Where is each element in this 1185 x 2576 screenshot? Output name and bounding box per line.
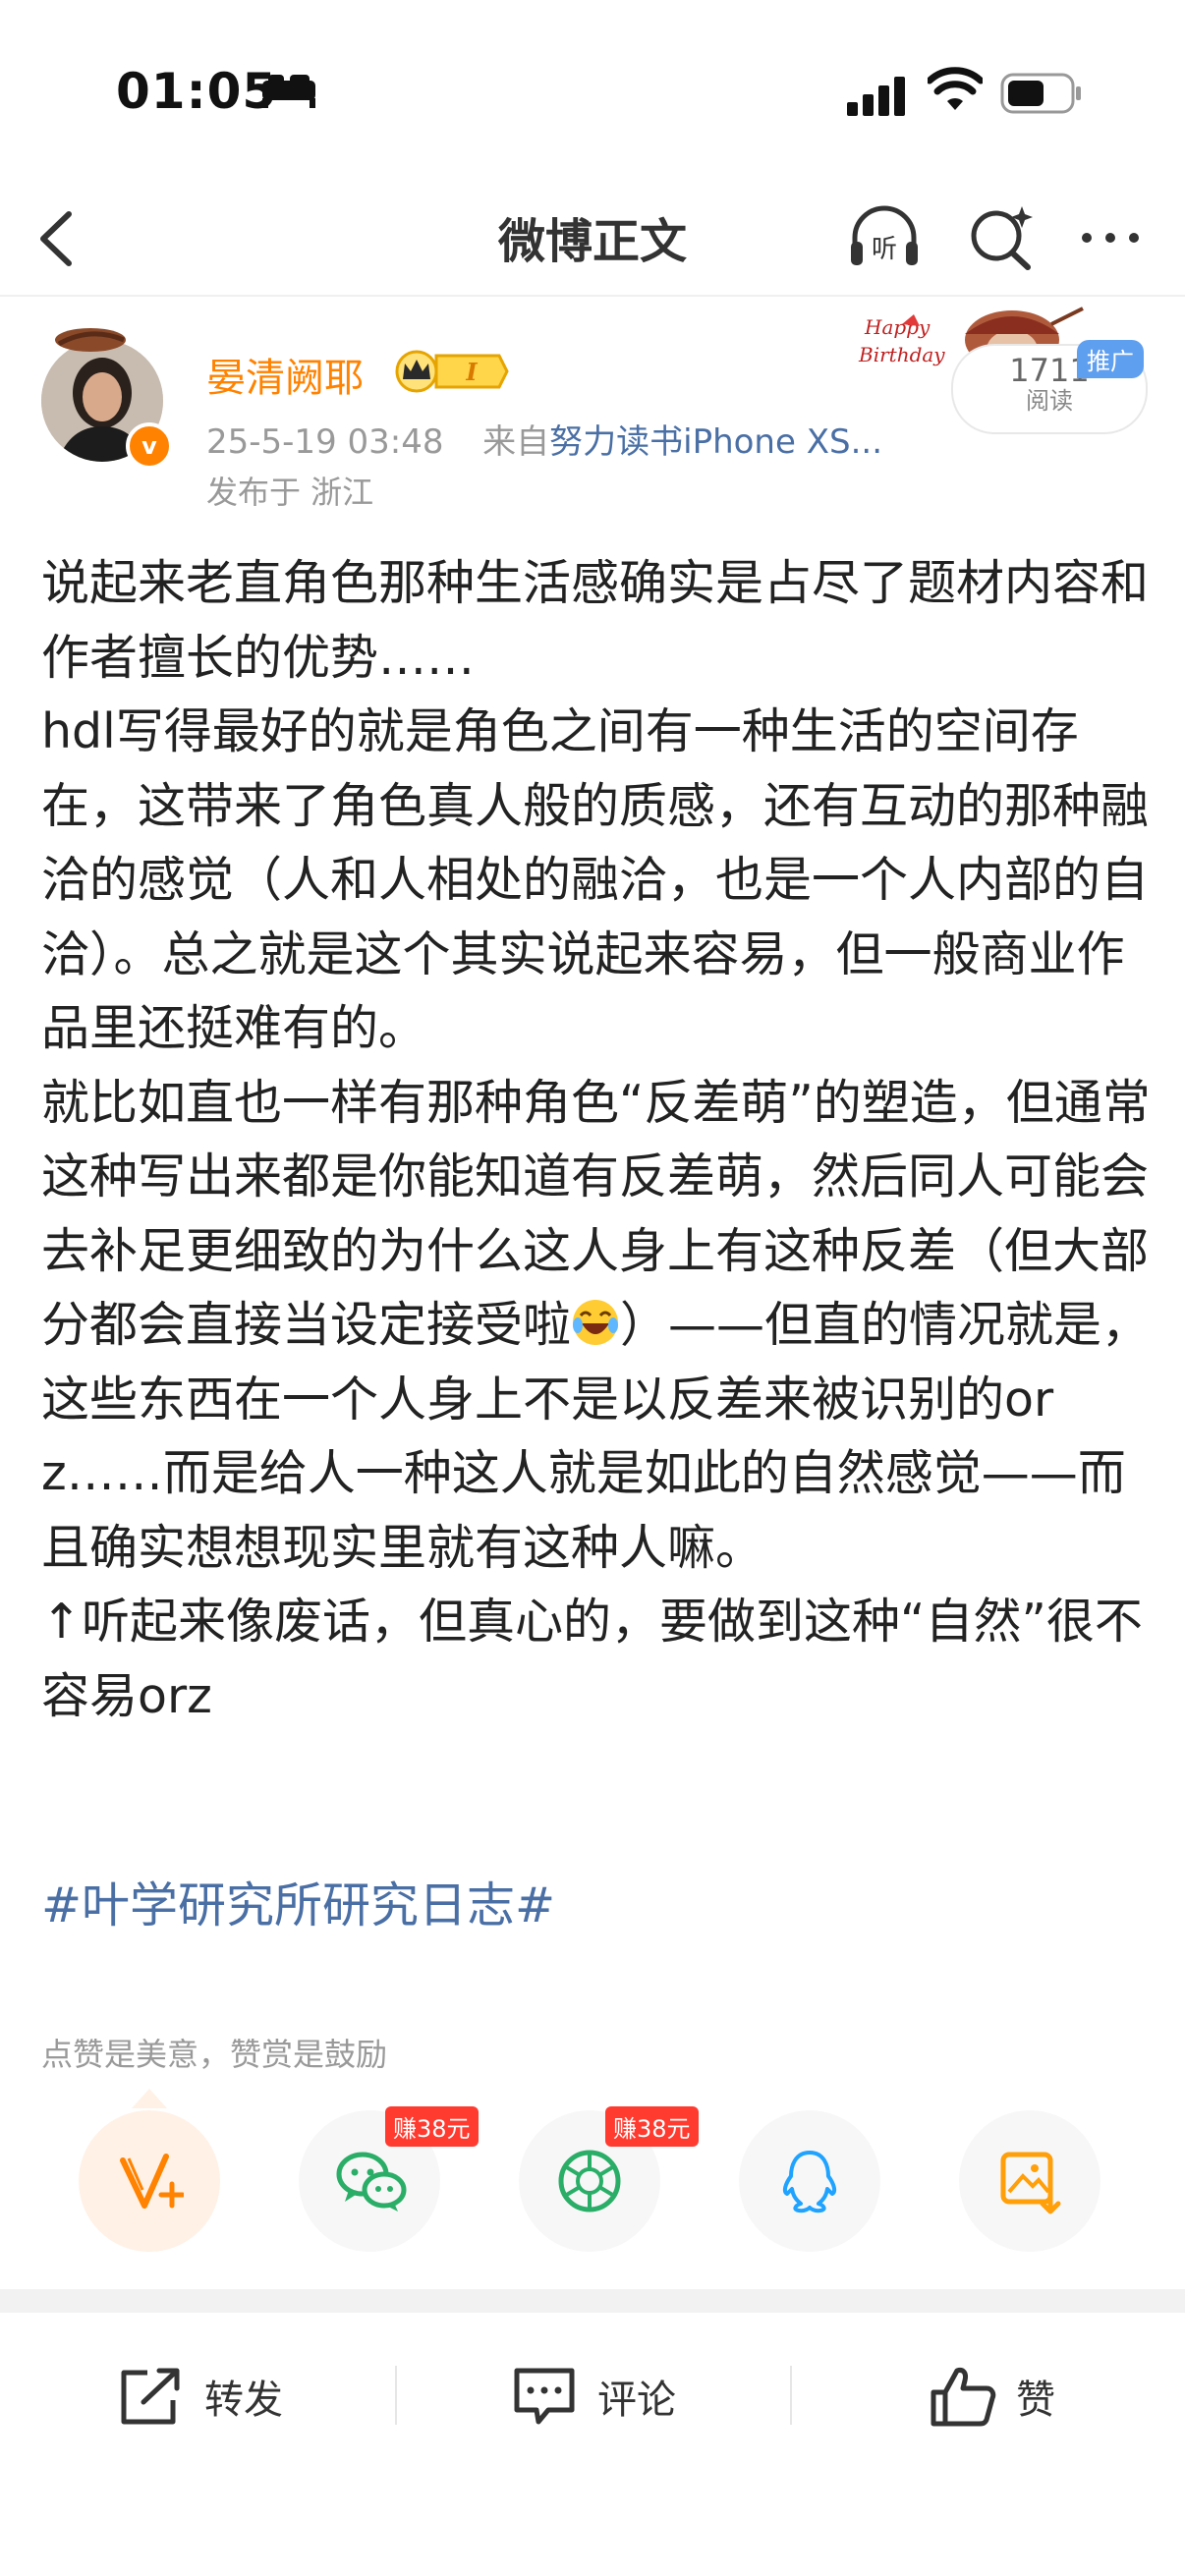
comment-icon [514,2368,575,2425]
comment-button[interactable]: 评论 [511,2362,676,2431]
status-bar: 01:05 [0,0,1185,187]
wifi-icon [928,67,983,110]
battery-icon [1000,73,1081,114]
hashtag-link[interactable]: #叶学研究所研究日志# [41,1867,555,1936]
reward-hint: 点赞是美意，赞赏是鼓励 [41,2036,388,2073]
moments-shutter-icon [558,2150,621,2212]
more-icon[interactable] [1071,198,1150,277]
save-image-icon [1000,2152,1061,2214]
share-qq-button[interactable] [739,2110,880,2252]
verified-badge: v [126,422,173,470]
save-image-button[interactable] [959,2110,1100,2252]
thumbs-up-icon [931,2368,996,2427]
nav-bar: 微博正文 听 [0,187,1185,297]
separator [790,2366,792,2425]
post-meta: 25-5-19 03:48 来自努力读书iPhone XS... [206,415,882,463]
reward-v-plus-icon [120,2154,184,2209]
post-paragraph: hdl写得最好的就是角色之间有一种生活的空间存在，这带来了角色真人般的质感，还有… [41,703,1150,1056]
post-source-link[interactable]: 努力读书iPhone XS... [549,422,882,462]
bottom-action-bar: 转发 评论 赞 [0,2313,1185,2480]
search-icon[interactable] [963,198,1042,277]
repost-button[interactable]: 转发 [116,2362,283,2431]
earn-tag: 赚38元 [605,2106,699,2147]
ad-tag: 推广 [1077,340,1144,378]
like-label: 赞 [1016,2378,1055,2423]
repost-label: 转发 [204,2378,283,2423]
post-location: 发布于 浙江 [206,474,374,511]
pointer-triangle [132,2089,167,2108]
listen-icon[interactable]: 听 [845,198,924,277]
svg-text:听: 听 [872,235,897,264]
earn-tag: 赚38元 [385,2106,479,2147]
post-paragraph: 就比如直也一样有那种角色“反差萌”的塑造，但通常这种写出来都是你能知道有反差萌，… [41,1066,1152,1586]
post-timestamp: 25-5-19 03:48 [206,422,444,462]
reward-button[interactable] [79,2110,220,2252]
level-badge-text: I [465,358,478,386]
post-body: 说起来老直角色那种生活感确实是占尽了题材内容和作者擅长的优势…… hdl写得最好… [41,546,1152,1733]
share-wechat-button[interactable]: 赚38元 [299,2106,479,2252]
read-label: 阅读 [1026,387,1073,415]
post-paragraph: ↑听起来像废话，但真心的，要做到这种“自然”很不容易orz [41,1594,1143,1724]
source-prefix: 来自 [482,422,550,462]
qq-penguin-icon [782,2151,837,2213]
separator [395,2366,397,2425]
crown-level-badge-icon[interactable]: I [393,350,509,393]
cellular-signal-icon [847,77,905,116]
post-paragraph: 说起来老直角色那种生活感确实是占尽了题材内容和作者擅长的优势…… [41,555,1150,686]
like-button[interactable]: 赞 [930,2362,1055,2431]
sleep-focus-icon [262,75,315,108]
section-divider [0,2289,1185,2313]
share-row: 赚38元 赚38元 [0,2106,1185,2258]
status-time: 01:05 [116,63,278,120]
author-name[interactable]: 晏清阙耶 [206,346,364,403]
share-moments-button[interactable]: 赚38元 [519,2106,699,2252]
repost-icon [121,2368,180,2425]
comment-label: 评论 [597,2378,676,2423]
laughing-tears-emoji-icon [573,1300,619,1345]
svg-text:Birthday: Birthday [858,343,945,366]
svg-text:Happy: Happy [864,315,931,339]
wechat-icon [336,2152,407,2212]
